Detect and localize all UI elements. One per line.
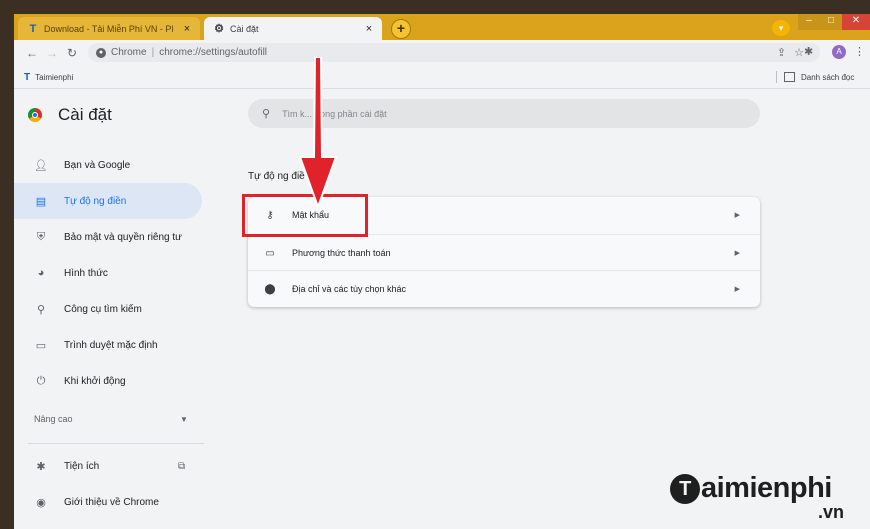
watermark-text: aimienphi (701, 472, 832, 504)
site-chip: Chrome (111, 47, 147, 58)
addresses-row[interactable]: ⬤ Địa chỉ và các tùy chọn khác ▶ (248, 270, 760, 307)
bookmark-taimienphi[interactable]: T Taimienphi (24, 72, 73, 83)
reading-list-label: Danh sách đọc (801, 72, 855, 82)
chrome-site-icon: ● (96, 47, 106, 58)
sidebar-item-about-chrome[interactable]: ◉ Giới thiệu về Chrome (14, 484, 204, 520)
sidebar-item-security[interactable]: ⛨ Bảo mật và quyền riêng tư (14, 219, 204, 255)
arrow-right-icon: ▶ (734, 212, 740, 219)
sidebar-item-autofill[interactable]: ▤ Tự độ ng điền (14, 183, 202, 219)
sidebar-item-label: Tự độ ng điền (64, 195, 127, 207)
bookmark-label: Taimienphi (35, 73, 74, 82)
bookmarks-bar: T Taimienphi Danh sách đọc (14, 66, 870, 89)
settings-header: Cài đặt (28, 105, 112, 125)
palette-icon: ◕ (37, 267, 45, 279)
row-label: Địa chỉ và các tùy chọn khác (292, 284, 407, 294)
sidebar-item-search-engine[interactable]: ⚲ Công cụ tìm kiếm (14, 291, 204, 327)
reload-icon[interactable]: ↻ (62, 46, 82, 60)
sidebar-item-default-browser[interactable]: ▭ Trình duyệt mặc định (14, 327, 204, 363)
close-window-button[interactable]: ✕ (842, 14, 870, 30)
sidebar-divider (28, 443, 204, 444)
browser-window: T Download - Tải Miễn Phí VN - Pl × ⚙ Cà… (14, 14, 870, 529)
sidebar: 👤︎ Bạn và Google ▤ Tự độ ng điền ⛨ Bảo m… (14, 147, 204, 520)
location-pin-icon: ⬤ (264, 283, 276, 295)
reading-list-icon (784, 72, 795, 82)
sidebar-item-you-and-google[interactable]: 👤︎ Bạn và Google (14, 147, 204, 183)
gear-icon: ⚙ (214, 23, 224, 35)
tab-download[interactable]: T Download - Tải Miễn Phí VN - Pl × (18, 17, 200, 40)
advanced-label: Nâng cao (34, 414, 73, 424)
watermark-logo: T aimienphi .vn (670, 472, 844, 522)
sidebar-item-label: Bạn và Google (64, 159, 131, 171)
power-icon: ⏻ (36, 374, 46, 387)
sidebar-item-on-startup[interactable]: ⏻ Khi khởi động (14, 363, 204, 399)
reading-list-button[interactable]: Danh sách đọc (784, 72, 854, 82)
watermark-suffix: .vn (818, 502, 845, 522)
sidebar-item-label: Trình duyệt mặc định (64, 339, 158, 351)
person-icon: 👤︎ (34, 159, 48, 172)
bookmark-divider (776, 71, 777, 83)
tab-title: Cài đặt (230, 23, 259, 34)
puzzle-icon: ✱ (36, 460, 46, 473)
close-tab-icon[interactable]: × (362, 23, 376, 35)
url-separator: | (151, 47, 155, 58)
sidebar-item-label: Tiện ích (64, 460, 100, 472)
avatar[interactable]: A (832, 45, 846, 59)
taimienphi-icon: T (24, 72, 31, 83)
sidebar-item-advanced[interactable]: Nâng cao ▼ (14, 401, 204, 437)
payment-methods-row[interactable]: ▭ Phương thức thanh toán ▶ (248, 234, 760, 271)
search-icon: ⚲ (36, 303, 46, 316)
annotation-arrow (298, 57, 338, 207)
url-text[interactable]: chrome://settings/autofill (159, 47, 267, 58)
sidebar-item-appearance[interactable]: ◕ Hình thức (14, 255, 204, 291)
page-title: Cài đặt (58, 105, 112, 124)
row-label: Phương thức thanh toán (292, 248, 391, 258)
chevron-down-icon: ▼ (180, 414, 188, 424)
autofill-icon: ▤ (35, 195, 47, 208)
tab-settings[interactable]: ⚙ Cài đặt × (204, 17, 382, 40)
watermark-t: T (670, 473, 700, 504)
sidebar-item-label: Khi khởi động (64, 375, 126, 387)
browser-icon: ▭ (35, 339, 47, 352)
search-icon: ⚲ (262, 108, 271, 120)
tab-strip: T Download - Tải Miễn Phí VN - Pl × ⚙ Cà… (14, 14, 870, 40)
sidebar-item-label: Giới thiệu về Chrome (64, 496, 159, 508)
sidebar-item-label: Công cụ tìm kiếm (64, 303, 142, 315)
address-bar[interactable]: ● Chrome | chrome://settings/autofill ⇪☆ (88, 43, 820, 62)
chrome-logo-icon (28, 108, 42, 122)
tab-search-button[interactable]: ▾ (772, 20, 790, 36)
new-tab-button[interactable]: + (391, 19, 411, 39)
external-link-icon: ⧉ (178, 460, 186, 472)
extensions-icon[interactable]: ✱ (804, 45, 813, 58)
arrow-right-icon: ▶ (734, 286, 740, 293)
back-icon[interactable]: ← (22, 46, 42, 60)
credit-card-icon: ▭ (265, 247, 275, 259)
maximize-button[interactable]: □ (820, 14, 842, 30)
sidebar-item-label: Hình thức (64, 267, 108, 279)
sidebar-item-label: Bảo mật và quyền riêng tư (64, 231, 182, 243)
forward-icon[interactable]: → (42, 46, 62, 60)
taimienphi-favicon: T (29, 22, 37, 35)
settings-page: Cài đặt ⚲ Tìm k... trong phần cài đặt 👤︎… (14, 57, 870, 529)
toolbar: ← → ↻ ● Chrome | chrome://settings/autof… (14, 40, 870, 66)
section-title: Tự độ ng điề (248, 171, 305, 182)
minimize-button[interactable]: – (798, 14, 820, 30)
sidebar-item-extensions[interactable]: ✱ Tiện ích ⧉ (14, 448, 204, 484)
arrow-right-icon: ▶ (734, 250, 740, 257)
tab-title: Download - Tải Miễn Phí VN - Pl (44, 23, 174, 34)
chrome-icon: ◉ (36, 496, 46, 509)
menu-icon[interactable]: ⋮ (854, 45, 865, 58)
close-tab-icon[interactable]: × (180, 23, 194, 35)
shield-icon: ⛨ (36, 230, 46, 243)
